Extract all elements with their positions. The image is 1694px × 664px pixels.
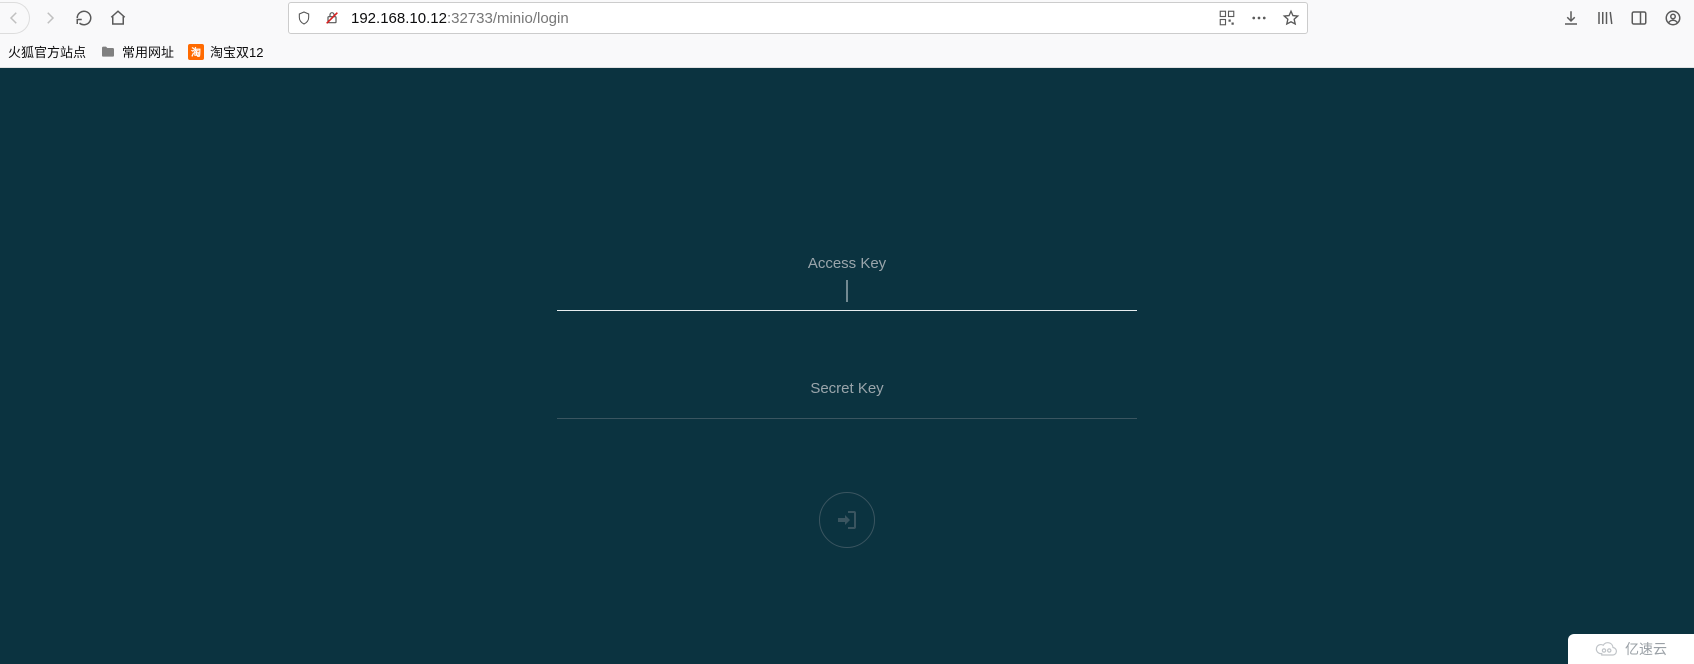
watermark-badge: 亿速云 (1568, 634, 1694, 664)
shield-icon[interactable] (295, 9, 313, 27)
back-button-wrap (0, 2, 30, 34)
folder-icon (100, 44, 116, 60)
enter-icon (835, 508, 859, 532)
forward-icon (41, 9, 59, 27)
url-path: :32733/minio/login (447, 10, 569, 27)
watermark-text: 亿速云 (1625, 639, 1667, 659)
bookmarks-bar: 火狐官方站点 常用网址 淘 淘宝双12 (0, 36, 1694, 68)
cloud-icon (1595, 641, 1619, 657)
secret-key-field-wrap: Secret Key (557, 366, 1137, 419)
sidebar-icon[interactable] (1628, 7, 1650, 29)
insecure-lock-icon[interactable] (323, 9, 341, 27)
address-bar[interactable]: 192.168.10.12:32733/minio/login (288, 2, 1308, 34)
page-content: Access Key Secret Key 亿速云 (0, 68, 1694, 664)
qr-icon[interactable] (1217, 8, 1237, 28)
home-button[interactable] (104, 4, 132, 32)
account-icon[interactable] (1662, 7, 1684, 29)
library-icon[interactable] (1594, 7, 1616, 29)
bookmark-common-urls[interactable]: 常用网址 (100, 42, 174, 61)
url-text: 192.168.10.12:32733/minio/login (351, 10, 1207, 27)
back-icon (5, 9, 23, 27)
page-actions-icon[interactable] (1249, 8, 1269, 28)
login-button[interactable] (819, 492, 875, 548)
secret-key-input[interactable] (557, 366, 1137, 418)
downloads-icon[interactable] (1560, 7, 1582, 29)
url-host: 192.168.10.12 (351, 10, 447, 27)
browser-toolbar: 192.168.10.12:32733/minio/login (0, 0, 1694, 36)
bookmark-taobao[interactable]: 淘 淘宝双12 (188, 42, 263, 61)
reload-icon (75, 9, 93, 27)
taobao-icon: 淘 (188, 44, 204, 60)
address-actions (1217, 8, 1301, 28)
bookmark-label: 常用网址 (122, 42, 174, 61)
bookmark-label: 火狐官方站点 (8, 42, 86, 61)
bookmark-firefox-official[interactable]: 火狐官方站点 (8, 42, 86, 61)
toolbar-right (1560, 7, 1688, 29)
text-cursor (847, 280, 848, 302)
login-form: Access Key Secret Key (557, 258, 1137, 548)
access-key-field-wrap: Access Key (557, 258, 1137, 311)
reload-button[interactable] (70, 4, 98, 32)
bookmark-star-icon[interactable] (1281, 8, 1301, 28)
back-button[interactable] (0, 4, 28, 32)
bookmark-label: 淘宝双12 (210, 42, 263, 61)
forward-button[interactable] (36, 4, 64, 32)
home-icon (109, 9, 127, 27)
